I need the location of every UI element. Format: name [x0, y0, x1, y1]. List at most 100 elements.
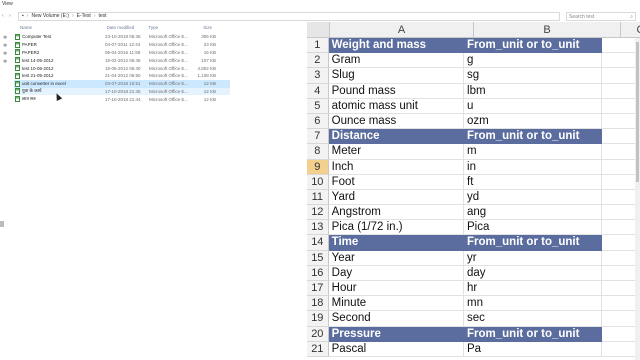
cell-a[interactable]: Ounce mass: [328, 113, 465, 130]
file-type: Microsoft Office E...: [149, 73, 189, 79]
breadcrumb-item-test[interactable]: test: [98, 13, 106, 19]
cell-b[interactable]: Pa: [464, 341, 603, 357]
table-row: 8 Meter m: [307, 144, 640, 160]
cell-a[interactable]: Time: [328, 235, 465, 251]
file-row[interactable]: test 14-05-2012 18-02-2012 06:46 Microsoft…: [14, 56, 230, 64]
cell-b[interactable]: sec: [464, 311, 603, 327]
file-row[interactable]: Computer Test 23-10-2018 06:35 Microsoft O…: [14, 33, 230, 41]
row-number[interactable]: 3: [307, 68, 329, 84]
file-row[interactable]: unit converter in excel 03-07-2018 10:51 M…: [14, 79, 230, 88]
file-row[interactable]: test 21-05-2012 21-04-2012 06:50 Microsoft…: [14, 72, 230, 80]
row-number[interactable]: 21: [307, 341, 329, 357]
row-number[interactable]: 7: [307, 129, 329, 145]
select-all-corner[interactable]: [307, 22, 330, 38]
row-number[interactable]: 18: [307, 296, 329, 312]
cell-a[interactable]: Foot: [328, 174, 465, 190]
scrollbar-thumb[interactable]: [636, 42, 639, 182]
column-header-a[interactable]: A: [330, 22, 474, 38]
cell-b[interactable]: From_unit or to_unit: [464, 326, 603, 342]
column-header-name[interactable]: Name: [20, 25, 107, 32]
cell-b[interactable]: ozm: [464, 113, 603, 130]
cell-a[interactable]: Meter: [328, 144, 465, 160]
cell-a[interactable]: Gram: [328, 53, 465, 69]
forward-arrow-icon[interactable]: ›: [9, 13, 14, 19]
cell-b[interactable]: g: [464, 53, 603, 69]
cell-b[interactable]: ft: [464, 174, 603, 190]
cell-b[interactable]: From_unit or to_unit: [464, 38, 603, 54]
back-arrow-icon[interactable]: ‹: [2, 13, 7, 19]
row-number[interactable]: 10: [307, 174, 329, 190]
row-number[interactable]: 6: [307, 113, 329, 130]
cell-a[interactable]: Distance: [328, 129, 465, 145]
cell-b[interactable]: mn: [464, 296, 603, 312]
cell-b[interactable]: sg: [464, 68, 603, 84]
row-number[interactable]: 15: [307, 250, 329, 266]
cell-a[interactable]: Pica (1/72 in.): [328, 220, 465, 236]
row-number[interactable]: 9: [307, 159, 329, 175]
pin-icon[interactable]: ✱: [3, 34, 11, 42]
cell-a[interactable]: Weight and mass: [328, 38, 465, 54]
cell-a[interactable]: Pound mass: [328, 83, 465, 99]
column-header-c[interactable]: C: [621, 22, 640, 38]
cell-b[interactable]: ang: [464, 205, 603, 221]
row-number[interactable]: 1: [307, 38, 329, 54]
row-number[interactable]: 14: [307, 235, 329, 251]
file-row[interactable]: test 10-06-2012 18-05-2012 06:40 Microsoft…: [14, 64, 230, 72]
search-icon: ⌕: [630, 13, 633, 20]
file-size: 1,108 KB: [197, 73, 216, 79]
row-number[interactable]: 12: [307, 205, 329, 221]
cell-a[interactable]: Hour: [328, 281, 465, 297]
row-number[interactable]: 16: [307, 265, 329, 281]
pin-icon[interactable]: ✱: [3, 50, 11, 58]
column-header-type[interactable]: Type: [148, 25, 191, 32]
row-number[interactable]: 4: [307, 83, 329, 99]
file-row[interactable]: युवा के कार्य 17-10-2018 21:45 Microsoft O…: [14, 87, 230, 96]
cell-b[interactable]: day: [464, 265, 603, 281]
cell-a[interactable]: Yard: [328, 189, 465, 206]
row-number[interactable]: 8: [307, 144, 329, 160]
cell-a[interactable]: Inch: [328, 159, 465, 175]
file-date: 04-07-2011 12:44: [105, 42, 141, 48]
cell-b[interactable]: yr: [464, 250, 603, 266]
cell-b[interactable]: yd: [464, 189, 603, 206]
column-header-date[interactable]: Date modified: [107, 25, 149, 32]
cell-a[interactable]: Pascal: [328, 341, 465, 357]
cell-a[interactable]: Slug: [328, 68, 465, 84]
row-number[interactable]: 2: [307, 53, 329, 69]
row-number[interactable]: 11: [307, 189, 329, 206]
row-number[interactable]: 19: [307, 311, 329, 327]
pin-icon[interactable]: ✱: [3, 42, 11, 50]
cell-b[interactable]: From_unit or to_unit: [464, 235, 603, 251]
cell-b[interactable]: lbm: [464, 83, 603, 99]
cell-a[interactable]: atomic mass unit: [328, 98, 465, 114]
file-row[interactable]: छात्र सत्र 17-10-2018 21:44 Microsoft Offi…: [14, 95, 230, 103]
row-number[interactable]: 17: [307, 281, 329, 297]
file-row[interactable]: PAPER 04-07-2011 12:44 Microsoft Office E.…: [14, 41, 230, 49]
breadcrumb[interactable]: ▪ › New Volume (E:) › E-Test › test: [18, 11, 560, 21]
search-input[interactable]: Search test ⌕: [566, 11, 636, 21]
row-number[interactable]: 13: [307, 220, 329, 236]
column-header-b[interactable]: B: [474, 22, 621, 38]
row-number[interactable]: 20: [307, 326, 329, 342]
cell-b[interactable]: hr: [464, 281, 603, 297]
row-number[interactable]: 5: [307, 98, 329, 114]
cell-a[interactable]: Angstrom: [328, 205, 465, 221]
scroll-marker[interactable]: [0, 221, 4, 227]
cell-a[interactable]: Minute: [328, 296, 465, 312]
cell-a[interactable]: Pressure: [328, 326, 465, 342]
breadcrumb-item-volume[interactable]: New Volume (E:): [31, 13, 69, 19]
view-menu[interactable]: View: [0, 0, 312, 9]
table-row: 15 Year yr: [307, 250, 640, 266]
file-row[interactable]: PAPER2 06-04-2016 11:58 Microsoft Office E…: [14, 49, 230, 57]
cell-b[interactable]: From_unit or to_unit: [464, 129, 603, 145]
breadcrumb-item-etest[interactable]: E-Test: [77, 13, 91, 19]
cell-b[interactable]: m: [464, 144, 603, 160]
pin-icon[interactable]: ✱: [3, 58, 11, 66]
cell-a[interactable]: Day: [328, 265, 465, 281]
column-header-size[interactable]: Size: [191, 25, 212, 32]
cell-b[interactable]: Pica: [464, 220, 603, 236]
cell-a[interactable]: Year: [328, 250, 465, 266]
cell-b[interactable]: in: [464, 159, 603, 175]
cell-a[interactable]: Second: [328, 311, 465, 327]
cell-b[interactable]: u: [464, 98, 603, 114]
